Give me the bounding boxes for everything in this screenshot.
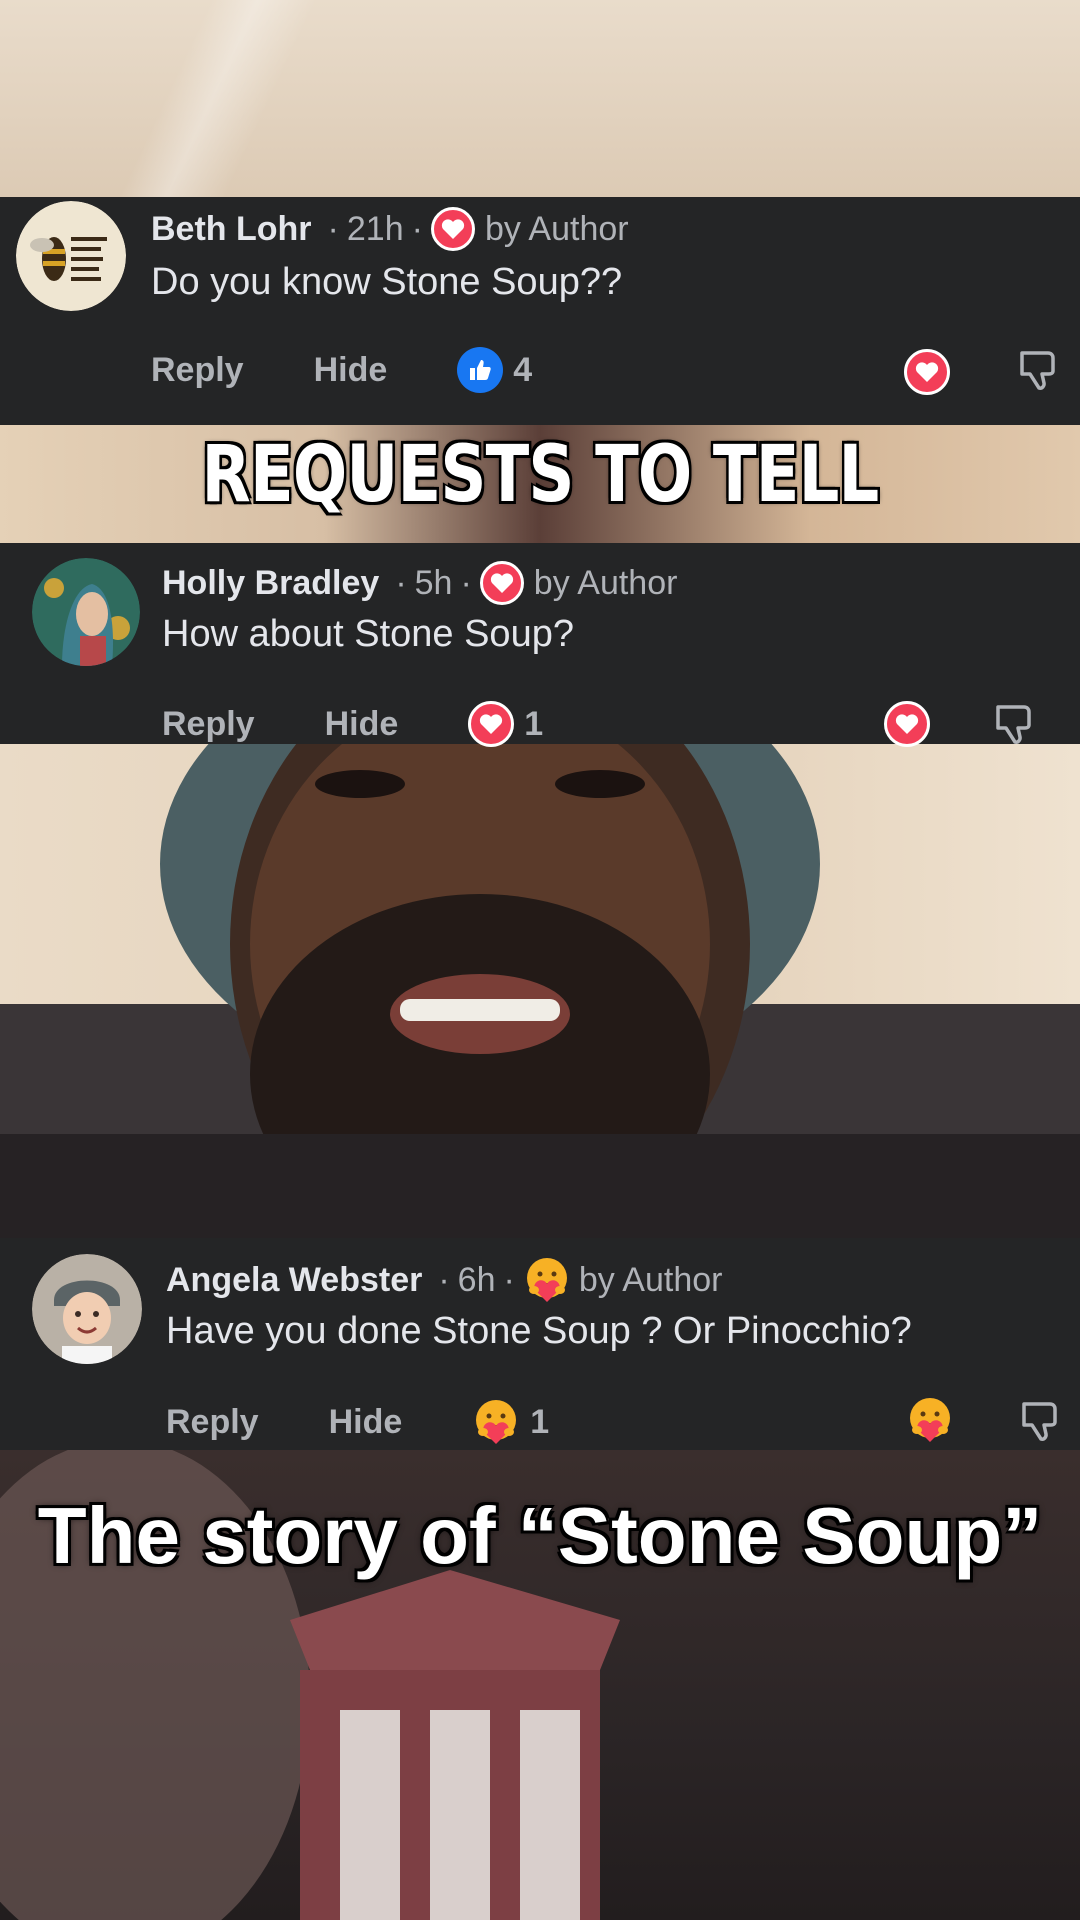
portrait-avatar-icon <box>32 558 140 666</box>
love-icon <box>468 701 515 747</box>
love-icon <box>430 207 475 251</box>
comment-meta: Holly Bradley · 5h · by Author <box>162 561 677 605</box>
video-frame-top <box>0 0 1080 200</box>
person-face-illustration <box>0 744 1080 1239</box>
by-author-label: by Author <box>533 563 678 602</box>
by-author-label: by Author <box>484 209 629 248</box>
separator: · <box>411 209 423 248</box>
comment-time: 21h <box>346 209 404 248</box>
reaction-number: 1 <box>530 1402 550 1441</box>
avatar[interactable] <box>16 201 126 311</box>
comment-text: Have you done Stone Soup ? Or Pinocchio? <box>166 1310 912 1352</box>
reaction-count[interactable]: 4 <box>457 347 532 393</box>
author-care-icon[interactable] <box>906 1396 954 1444</box>
comment-text: Do you know Stone Soup?? <box>151 261 623 303</box>
separator: · <box>460 563 472 602</box>
care-icon <box>526 1258 567 1302</box>
avatar[interactable] <box>32 558 140 666</box>
author-love-icon[interactable] <box>884 701 930 747</box>
by-author-label: by Author <box>578 1260 723 1299</box>
video-headline: REQUESTS TO TELL <box>201 430 880 520</box>
comment-actions: Reply Hide 1 <box>166 1398 549 1446</box>
separator: · <box>503 1260 515 1299</box>
care-icon <box>476 1400 517 1444</box>
dislike-icon[interactable] <box>1016 1398 1062 1444</box>
comment-card: Angela Webster · 6h · by Author Have you… <box>0 1238 1080 1450</box>
comment-time: 6h <box>457 1260 496 1299</box>
avatar[interactable] <box>32 1254 142 1364</box>
comment-card: Beth Lohr · 21h · by Author Do you know … <box>0 197 1080 425</box>
bee-avatar-icon <box>16 201 126 311</box>
reply-button[interactable]: Reply <box>166 1403 259 1442</box>
child-avatar-icon <box>32 1254 142 1364</box>
hide-button[interactable]: Hide <box>314 351 388 390</box>
separator: · <box>438 1260 450 1299</box>
comment-author[interactable]: Holly Bradley <box>162 564 379 603</box>
comment-meta: Beth Lohr · 21h · by Author <box>151 207 629 251</box>
reaction-count[interactable]: 1 <box>468 701 543 747</box>
reply-button[interactable]: Reply <box>162 705 255 744</box>
video-caption: The story of “Stone Soup” <box>37 1491 1043 1580</box>
hide-button[interactable]: Hide <box>325 705 399 744</box>
comment-meta: Angela Webster · 6h · by Author <box>166 1256 722 1304</box>
comment-author[interactable]: Angela Webster <box>166 1261 422 1300</box>
like-icon <box>457 347 504 393</box>
reaction-count[interactable]: 1 <box>472 1398 549 1446</box>
comment-actions: Reply Hide 1 <box>162 701 543 747</box>
love-icon <box>479 561 524 605</box>
hide-button[interactable]: Hide <box>329 1403 403 1442</box>
reply-button[interactable]: Reply <box>151 351 244 390</box>
author-love-icon[interactable] <box>904 349 950 395</box>
video-frame-face <box>0 744 1080 1239</box>
separator: · <box>327 209 339 248</box>
comment-card: Holly Bradley · 5h · by Author How about… <box>0 543 1080 747</box>
reaction-number: 4 <box>513 350 533 389</box>
reaction-number: 1 <box>524 704 544 743</box>
dislike-icon[interactable] <box>1014 347 1060 393</box>
comment-text: How about Stone Soup? <box>162 613 574 655</box>
dislike-icon[interactable] <box>990 701 1036 747</box>
comment-actions: Reply Hide 4 <box>151 347 532 393</box>
comment-time: 5h <box>414 563 453 602</box>
separator: · <box>395 563 407 602</box>
comment-author[interactable]: Beth Lohr <box>151 210 312 249</box>
